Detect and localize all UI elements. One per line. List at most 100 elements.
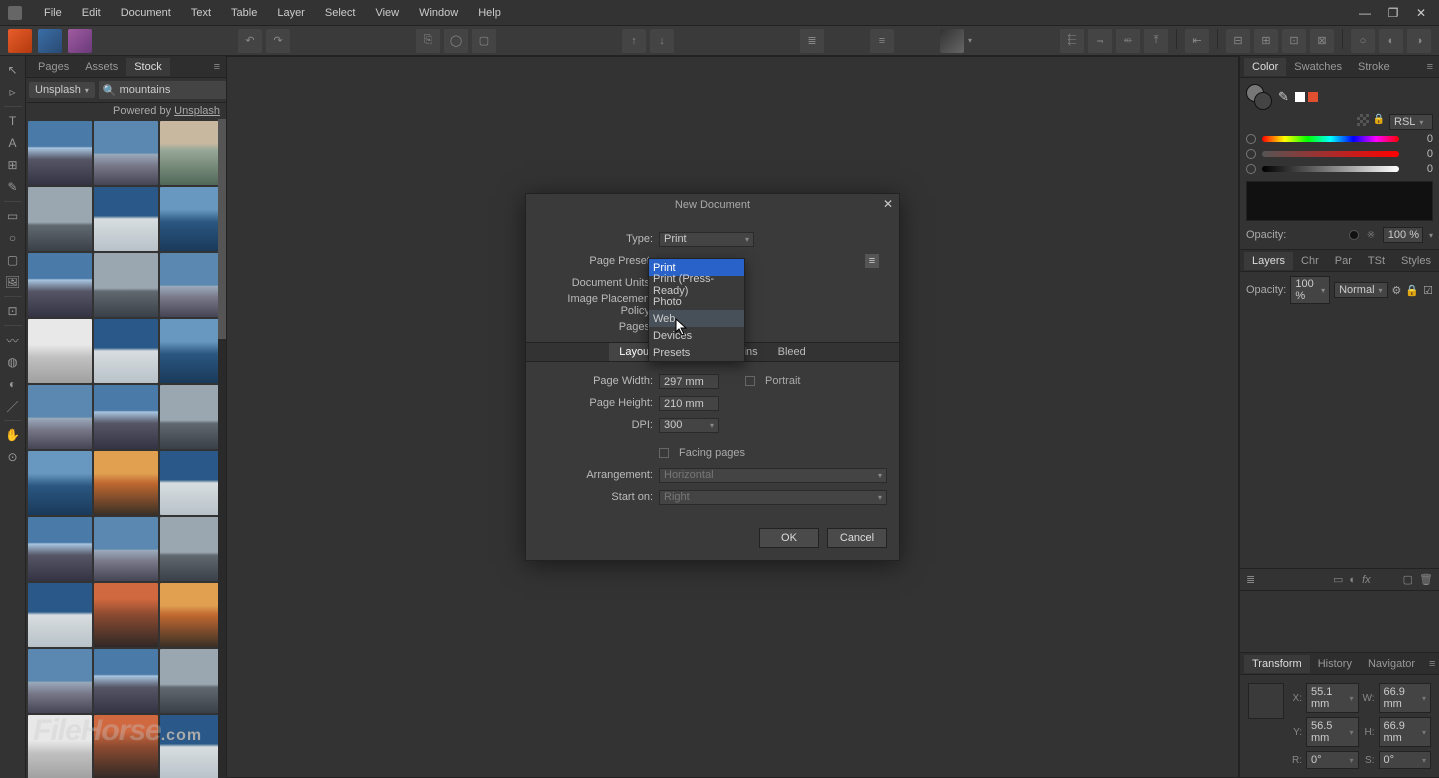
dpi-dropdown[interactable]: 300 — [659, 418, 719, 433]
color-chip-white[interactable] — [1295, 92, 1305, 102]
stock-thumbnail[interactable] — [160, 253, 224, 317]
stock-thumbnail[interactable] — [28, 253, 92, 317]
persona-publisher-icon[interactable] — [8, 29, 32, 53]
tab-paragraph[interactable]: Par — [1327, 252, 1360, 270]
stock-thumbnail[interactable] — [28, 583, 92, 647]
type-option-press[interactable]: Print (Press-Ready) — [649, 276, 744, 293]
dialog-titlebar[interactable]: New Document ✕ — [526, 194, 899, 216]
opacity-ring-icon[interactable] — [1349, 230, 1359, 240]
tool-rectangle[interactable]: ▭ — [3, 206, 23, 226]
tab-pages[interactable]: Pages — [30, 58, 77, 76]
toolbar-arrange-b[interactable]: ⊞ — [1254, 29, 1278, 53]
toolbar-arrange-d[interactable]: ⊠ — [1310, 29, 1334, 53]
stock-thumbnail[interactable] — [28, 121, 92, 185]
toolbar-arrange-a[interactable]: ⊟ — [1226, 29, 1250, 53]
stock-thumbnail[interactable] — [94, 385, 158, 449]
color-panel-menu-icon[interactable]: ≡ — [1421, 61, 1439, 73]
stock-thumbnail[interactable] — [160, 385, 224, 449]
tool-crop[interactable]: ⊡ — [3, 301, 23, 321]
color-state-none[interactable] — [1357, 114, 1369, 126]
persona-designer-icon[interactable] — [38, 29, 62, 53]
tab-navigator[interactable]: Navigator — [1360, 655, 1423, 673]
color-lock-icon[interactable]: 🔒 — [1373, 114, 1385, 130]
toolbar-redo[interactable]: ↷ — [266, 29, 290, 53]
layer-adjust-icon[interactable]: ◐ — [1349, 574, 1356, 586]
menu-select[interactable]: Select — [315, 3, 366, 23]
hue-slider[interactable] — [1262, 136, 1399, 142]
toolbar-arrange-c[interactable]: ⊡ — [1282, 29, 1306, 53]
color-wells[interactable]: ✎ — [1246, 84, 1318, 110]
persona-photo-icon[interactable] — [68, 29, 92, 53]
stock-thumbnail[interactable] — [160, 187, 224, 251]
opacity-input[interactable]: 100 % — [1383, 227, 1423, 243]
tab-history[interactable]: History — [1310, 655, 1360, 673]
tool-fill[interactable]: ◍ — [3, 352, 23, 372]
page-width-input[interactable]: 297 mm — [659, 374, 719, 389]
tab-stock[interactable]: Stock — [126, 58, 170, 76]
tool-move[interactable]: ↖ — [3, 60, 23, 80]
opacity-dropdown-icon[interactable]: ▾ — [1429, 231, 1433, 240]
stock-thumbnail[interactable] — [160, 649, 224, 713]
toolbar-baseline[interactable]: ≣ — [800, 29, 824, 53]
stock-scrollbar[interactable] — [218, 119, 226, 778]
layer-visible-icon[interactable]: ☑ — [1423, 284, 1433, 297]
menu-document[interactable]: Document — [111, 3, 181, 23]
tool-frame-text[interactable]: T — [3, 111, 23, 131]
stock-source-dropdown[interactable]: Unsplash — [29, 82, 95, 98]
stock-thumbnail[interactable] — [160, 319, 224, 383]
layer-thumbnail-icon[interactable]: ≣ — [1246, 573, 1255, 586]
cancel-button[interactable]: Cancel — [827, 528, 887, 548]
menu-layer[interactable]: Layer — [267, 3, 315, 23]
toolbar-boolean-add[interactable]: ○ — [1351, 29, 1375, 53]
toolbar-anchor-down[interactable]: ↓ — [650, 29, 674, 53]
stock-thumbnail[interactable] — [94, 517, 158, 581]
tab-characters[interactable]: Chr — [1293, 252, 1327, 270]
layer-add-icon[interactable]: ▢ — [1403, 573, 1413, 586]
dialog-close-icon[interactable]: ✕ — [883, 197, 893, 211]
tool-ellipse[interactable]: ○ — [3, 228, 23, 248]
tf-h-input[interactable]: 66.9 mm — [1379, 717, 1432, 747]
color-chip-accent[interactable] — [1308, 92, 1318, 102]
layer-lock-icon[interactable]: 🔒 — [1405, 284, 1419, 297]
tool-transparency[interactable]: ◐ — [3, 374, 23, 394]
tf-s-input[interactable]: 0° — [1379, 751, 1432, 769]
stock-thumbnail[interactable] — [94, 253, 158, 317]
panel-menu-icon[interactable]: ≡ — [208, 61, 226, 73]
menu-help[interactable]: Help — [468, 3, 511, 23]
toolbar-fill-swatch[interactable] — [940, 29, 964, 53]
restore-button[interactable]: ❐ — [1383, 6, 1403, 20]
layer-effects-icon[interactable]: fx — [1362, 574, 1371, 586]
tab-stroke[interactable]: Stroke — [1350, 58, 1398, 76]
stock-thumbnail[interactable] — [28, 187, 92, 251]
minimize-button[interactable]: — — [1355, 6, 1375, 20]
toolbar-anchor-up[interactable]: ↑ — [622, 29, 646, 53]
tool-picture-frame[interactable]: 🖼 — [3, 272, 23, 292]
toolbar-align-top[interactable]: ⤒ — [1144, 29, 1168, 53]
lig-slider[interactable] — [1262, 166, 1399, 172]
toolbar-textwrap[interactable]: ≡ — [870, 29, 894, 53]
color-mode-dropdown[interactable]: RSL — [1389, 114, 1433, 130]
toolbar-resource-c[interactable]: ▢ — [472, 29, 496, 53]
layer-fx-icon[interactable]: ⚙ — [1392, 284, 1402, 297]
layer-list[interactable] — [1240, 308, 1439, 568]
stock-thumbnail[interactable] — [94, 451, 158, 515]
toolbar-boolean-int[interactable]: ◑ — [1407, 29, 1431, 53]
tool-table[interactable]: ⊞ — [3, 155, 23, 175]
portrait-checkbox[interactable] — [745, 376, 755, 386]
toolbar-boolean-sub[interactable]: ◐ — [1379, 29, 1403, 53]
stock-thumbnail[interactable] — [160, 121, 224, 185]
layer-mask-icon[interactable]: ▭ — [1333, 573, 1343, 586]
toolbar-resource-a[interactable]: ⎘ — [416, 29, 440, 53]
type-option-devices[interactable]: Devices — [649, 327, 744, 344]
toolbar-order-back[interactable]: ⇤ — [1185, 29, 1209, 53]
type-option-web[interactable]: Web — [649, 310, 744, 327]
facing-pages-checkbox[interactable] — [659, 448, 669, 458]
type-dropdown[interactable]: Print — [659, 232, 754, 247]
tool-rounded-rect[interactable]: ▢ — [3, 250, 23, 270]
tab-styles[interactable]: Styles — [1393, 252, 1439, 270]
stock-thumbnail[interactable] — [28, 319, 92, 383]
stock-thumbnail[interactable] — [94, 121, 158, 185]
layer-blend-dropdown[interactable]: Normal — [1334, 282, 1387, 298]
sat-slider[interactable] — [1262, 151, 1399, 157]
menu-table[interactable]: Table — [221, 3, 267, 23]
